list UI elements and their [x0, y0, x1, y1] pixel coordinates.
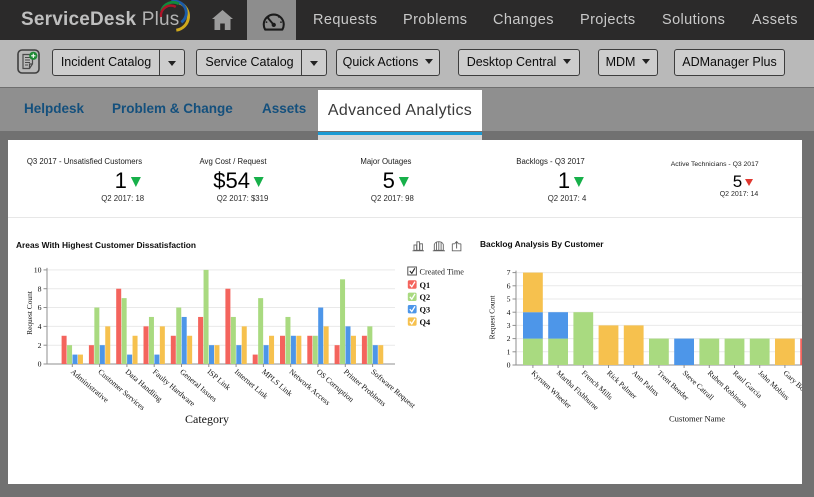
svg-text:Customer Name: Customer Name — [669, 414, 725, 424]
svg-text:Software Request: Software Request — [369, 367, 417, 410]
svg-text:Backlog Analysis By Customer: Backlog Analysis By Customer — [480, 239, 604, 249]
svg-text:2: 2 — [507, 334, 511, 343]
svg-text:0: 0 — [38, 360, 42, 369]
svg-text:Areas With Highest Customer Di: Areas With Highest Customer Dissatisfact… — [16, 240, 196, 250]
svg-text:5: 5 — [507, 295, 511, 304]
svg-text:7: 7 — [507, 268, 511, 277]
svg-text:Q3: Q3 — [420, 306, 431, 315]
svg-text:Request Count: Request Count — [488, 295, 497, 340]
svg-text:Created Time: Created Time — [420, 267, 465, 276]
svg-text:2: 2 — [38, 341, 42, 350]
svg-text:Q4: Q4 — [420, 318, 432, 327]
svg-text:1: 1 — [507, 347, 511, 356]
svg-text:Q2: Q2 — [420, 293, 431, 302]
svg-text:4: 4 — [38, 322, 42, 331]
svg-text:6: 6 — [507, 281, 511, 290]
svg-text:8: 8 — [38, 284, 42, 293]
svg-text:0: 0 — [507, 361, 511, 370]
svg-text:10: 10 — [34, 266, 42, 275]
svg-text:4: 4 — [507, 308, 511, 317]
svg-text:Category: Category — [185, 412, 229, 426]
svg-text:6: 6 — [38, 303, 42, 312]
svg-text:Request Count: Request Count — [25, 290, 34, 335]
svg-text:3: 3 — [507, 321, 511, 330]
svg-text:Customer Services: Customer Services — [96, 367, 146, 412]
svg-text:Q1: Q1 — [420, 281, 431, 290]
